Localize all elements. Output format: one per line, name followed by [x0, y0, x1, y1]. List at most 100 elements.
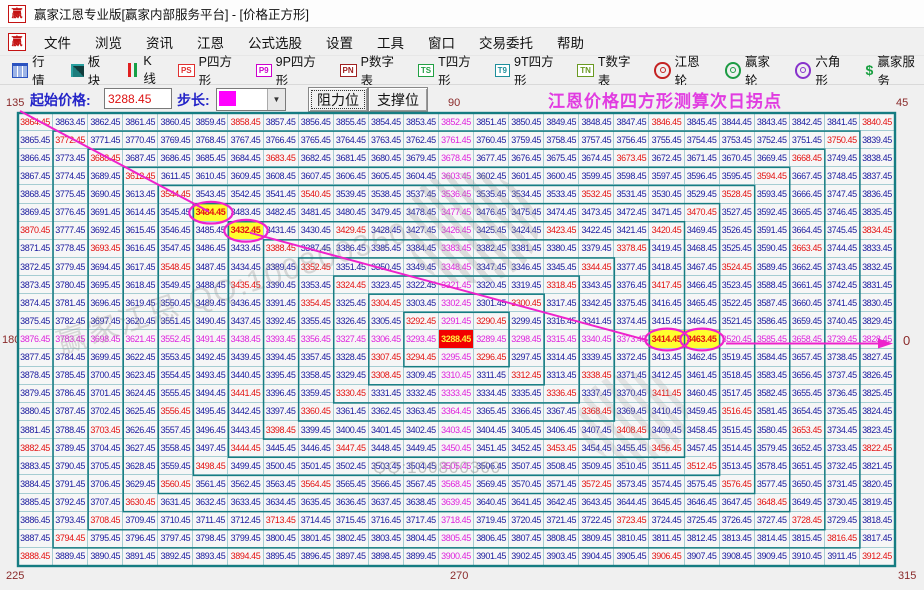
grid-cell[interactable]: 3530.45 — [649, 185, 685, 204]
grid-cell[interactable]: 3500.45 — [263, 457, 299, 476]
resistance-button[interactable]: 阻力位 — [308, 87, 368, 112]
grid-cell[interactable]: 3840.45 — [859, 113, 895, 132]
grid-cell[interactable]: 3489.45 — [193, 294, 229, 313]
grid-cell[interactable]: 3459.45 — [684, 402, 720, 422]
grid-cell[interactable]: 3318.45 — [544, 276, 580, 295]
grid-cell[interactable]: 3754.45 — [684, 131, 720, 150]
grid-cell[interactable]: 3832.45 — [859, 257, 895, 277]
grid-cell[interactable]: 3613.45 — [123, 185, 159, 204]
grid-cell[interactable]: 3908.45 — [719, 547, 755, 566]
grid-cell[interactable]: 3340.45 — [579, 330, 615, 349]
grid-cell[interactable]: 3723.45 — [614, 511, 650, 530]
grid-cell[interactable]: 3863.45 — [53, 113, 89, 132]
grid-cell[interactable]: 3864.45 — [18, 113, 54, 132]
grid-cell[interactable]: 3734.45 — [824, 421, 860, 440]
grid-cell[interactable]: 3612.45 — [123, 167, 159, 186]
grid-cell[interactable]: 3888.45 — [18, 547, 54, 566]
grid-cell[interactable]: 3305.45 — [368, 312, 404, 331]
grid-cell[interactable]: 3439.45 — [228, 348, 264, 367]
grid-cell[interactable]: 3622.45 — [123, 348, 159, 367]
grid-cell[interactable]: 3453.45 — [544, 439, 580, 458]
grid-cell[interactable]: 3848.45 — [579, 113, 615, 132]
grid-cell[interactable]: 3601.45 — [509, 167, 545, 186]
grid-cell[interactable]: 3447.45 — [333, 439, 369, 458]
grid-cell[interactable]: 3350.45 — [368, 257, 404, 277]
grid-cell[interactable]: 3768.45 — [193, 131, 229, 150]
grid-cell[interactable]: 3487.45 — [193, 257, 229, 277]
grid-cell[interactable]: 3379.45 — [579, 239, 615, 258]
grid-cell[interactable]: 3884.45 — [18, 475, 54, 494]
grid-cell[interactable]: 3369.45 — [614, 402, 650, 422]
grid-cell[interactable]: 3633.45 — [228, 493, 264, 512]
grid-cell[interactable]: 3777.45 — [53, 221, 89, 240]
grid-cell[interactable]: 3378.45 — [614, 239, 650, 258]
grid-cell[interactable]: 3844.45 — [719, 113, 755, 132]
grid-cell[interactable]: 3297.45 — [509, 348, 545, 367]
grid-cell[interactable]: 3577.45 — [754, 475, 790, 494]
grid-cell[interactable]: 3660.45 — [789, 294, 825, 313]
grid-cell[interactable]: 3792.45 — [53, 493, 89, 512]
grid-cell[interactable]: 3704.45 — [88, 439, 124, 458]
grid-cell[interactable]: 3790.45 — [53, 457, 89, 476]
grid-cell[interactable]: 3841.45 — [824, 113, 860, 132]
grid-cell[interactable]: 3642.45 — [544, 493, 580, 512]
grid-cell[interactable]: 3862.45 — [88, 113, 124, 132]
grid-cell[interactable]: 3662.45 — [789, 257, 825, 277]
step-color-dropdown[interactable]: ▼ — [216, 88, 286, 111]
grid-cell[interactable]: 3557.45 — [158, 421, 194, 440]
grid-cell[interactable]: 3697.45 — [88, 312, 124, 331]
grid-cell[interactable]: 3586.45 — [754, 312, 790, 331]
grid-cell[interactable]: 3535.45 — [474, 185, 510, 204]
grid-cell[interactable]: 3744.45 — [824, 239, 860, 258]
grid-cell[interactable]: 3724.45 — [649, 511, 685, 530]
grid-cell[interactable]: 3847.45 — [614, 113, 650, 132]
grid-cell[interactable]: 3551.45 — [158, 312, 194, 331]
grid-cell[interactable]: 3554.45 — [158, 366, 194, 385]
grid-cell[interactable]: 3565.45 — [333, 475, 369, 494]
grid-cell[interactable]: 3624.45 — [123, 384, 159, 403]
grid-cell[interactable]: 3398.45 — [263, 421, 299, 440]
grid-cell[interactable]: 3693.45 — [88, 239, 124, 258]
grid-cell[interactable]: 3503.45 — [368, 457, 404, 476]
grid-cell[interactable]: 3310.45 — [438, 366, 475, 385]
grid-cell[interactable]: 3654.45 — [789, 402, 825, 422]
grid-cell[interactable]: 3807.45 — [509, 529, 545, 548]
grid-cell[interactable]: 3645.45 — [649, 493, 685, 512]
grid-cell[interactable]: 3683.45 — [263, 149, 299, 168]
grid-cell[interactable]: 3776.45 — [53, 203, 89, 222]
grid-cell[interactable]: 3610.45 — [193, 167, 229, 186]
grid-cell[interactable]: 3291.45 — [438, 312, 475, 331]
grid-cell[interactable]: 3825.45 — [859, 384, 895, 403]
grid-cell[interactable]: 3435.45 — [228, 276, 264, 295]
grid-cell[interactable]: 3587.45 — [754, 294, 790, 313]
grid-cell[interactable]: 3753.45 — [719, 131, 755, 150]
toolbar-button[interactable]: T9 9T四方形 — [494, 51, 563, 89]
grid-cell[interactable]: 3395.45 — [263, 366, 299, 385]
grid-cell[interactable]: 3505.45 — [438, 457, 475, 476]
grid-cell[interactable]: 3460.45 — [684, 384, 720, 403]
grid-cell[interactable]: 3510.45 — [614, 457, 650, 476]
grid-cell[interactable]: 3354.45 — [298, 294, 334, 313]
grid-cell[interactable]: 3517.45 — [719, 384, 755, 403]
grid-cell[interactable]: 3490.45 — [193, 312, 229, 331]
grid-cell[interactable]: 3387.45 — [298, 239, 334, 258]
grid-cell[interactable]: 3598.45 — [614, 167, 650, 186]
grid-cell[interactable]: 3738.45 — [824, 348, 860, 367]
grid-cell[interactable]: 3759.45 — [509, 131, 545, 150]
grid-cell[interactable]: 3881.45 — [18, 421, 54, 440]
grid-cell[interactable]: 3835.45 — [859, 203, 895, 222]
grid-cell[interactable]: 3746.45 — [824, 203, 860, 222]
grid-cell[interactable]: 3301.45 — [474, 294, 510, 313]
grid-cell[interactable]: 3363.45 — [403, 402, 439, 422]
grid-cell[interactable]: 3397.45 — [263, 402, 299, 422]
grid-cell[interactable]: 3412.45 — [649, 366, 685, 385]
grid-cell[interactable]: 3843.45 — [754, 113, 790, 132]
grid-cell[interactable]: 3872.45 — [18, 257, 54, 277]
grid-cell[interactable]: 3771.45 — [88, 131, 124, 150]
grid-cell[interactable]: 3322.45 — [403, 276, 439, 295]
grid-cell[interactable]: 3875.45 — [18, 312, 54, 331]
grid-cell[interactable]: 3324.45 — [333, 276, 369, 295]
grid-cell[interactable]: 3449.45 — [403, 439, 439, 458]
grid-cell[interactable]: 3845.45 — [684, 113, 720, 132]
grid-cell[interactable]: 3575.45 — [684, 475, 720, 494]
